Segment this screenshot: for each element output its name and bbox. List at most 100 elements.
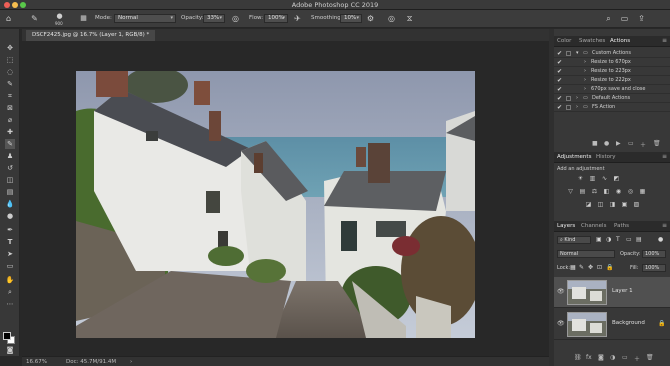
eyedropper-tool-icon[interactable]: ⌀: [5, 115, 15, 125]
lock-position-icon[interactable]: ✥: [588, 264, 593, 271]
visibility-eye-icon[interactable]: 👁: [557, 320, 565, 327]
zoom-level[interactable]: 16.67%: [26, 359, 47, 365]
new-group-icon[interactable]: ▭: [622, 354, 628, 361]
lock-artboard-icon[interactable]: ⊡: [597, 264, 602, 271]
tab-channels[interactable]: Channels: [581, 223, 606, 229]
link-layers-icon[interactable]: ⛓: [574, 354, 582, 361]
levels-icon[interactable]: ▥: [588, 174, 597, 183]
brightness-contrast-icon[interactable]: ☀: [576, 174, 585, 183]
airbrush-icon[interactable]: ✈: [293, 14, 302, 23]
layer-row[interactable]: 👁 Layer 1: [554, 277, 670, 308]
home-icon[interactable]: ⌂: [4, 14, 13, 23]
gradient-map-icon[interactable]: ▨: [632, 200, 641, 209]
dialog-toggle-icon[interactable]: [566, 105, 571, 110]
selective-color-icon[interactable]: ▣: [620, 200, 629, 209]
tab-swatches[interactable]: Swatches: [579, 38, 605, 44]
expand-icon[interactable]: ›: [576, 103, 578, 112]
tab-paths[interactable]: Paths: [614, 223, 629, 229]
crop-tool-icon[interactable]: ⌗: [5, 91, 15, 101]
lasso-tool-icon[interactable]: ◌: [5, 67, 15, 77]
pressure-opacity-icon[interactable]: ◎: [231, 14, 240, 23]
new-adjustment-layer-icon[interactable]: ◑: [610, 354, 615, 361]
visibility-eye-icon[interactable]: 👁: [557, 288, 565, 295]
lock-all-icon[interactable]: 🔒: [606, 264, 613, 271]
quick-select-tool-icon[interactable]: ✎: [5, 79, 15, 89]
layer-style-icon[interactable]: fx: [586, 354, 592, 361]
check-icon[interactable]: ✔: [557, 85, 562, 94]
new-set-icon[interactable]: ▭: [628, 140, 634, 147]
blur-tool-icon[interactable]: 💧: [5, 199, 15, 209]
path-select-tool-icon[interactable]: ➤: [5, 249, 15, 259]
layer-mask-icon[interactable]: ◙: [598, 354, 604, 361]
panel-menu-icon[interactable]: ≡: [662, 222, 667, 229]
invert-icon[interactable]: ◪: [584, 200, 593, 209]
check-icon[interactable]: ✔: [557, 58, 562, 67]
healing-brush-tool-icon[interactable]: ✚: [5, 127, 15, 137]
filter-type-icon[interactable]: T: [616, 236, 620, 243]
brush-tool-icon[interactable]: ✎: [5, 139, 15, 149]
opacity-input[interactable]: 33%: [203, 14, 225, 23]
flow-input[interactable]: 100%: [264, 14, 288, 23]
action-set-fs[interactable]: ✔ › ▭ FS Action: [554, 103, 670, 112]
check-icon[interactable]: ✔: [557, 94, 562, 103]
filter-adjustment-icon[interactable]: ◑: [606, 236, 611, 243]
threshold-icon[interactable]: ◨: [608, 200, 617, 209]
check-icon[interactable]: ✔: [557, 67, 562, 76]
color-balance-icon[interactable]: ⚖: [590, 187, 599, 196]
action-item[interactable]: ✔ › 670px save and close: [554, 85, 670, 94]
zoom-tool-icon[interactable]: ⌕: [5, 287, 15, 297]
share-icon[interactable]: ⇪: [637, 14, 646, 23]
check-icon[interactable]: ✔: [557, 49, 562, 58]
workspace-icon[interactable]: ▭: [620, 14, 629, 23]
panel-menu-icon[interactable]: ≡: [662, 37, 667, 44]
layer-name[interactable]: Background: [612, 320, 645, 326]
blend-mode-select[interactable]: Normal: [557, 250, 615, 258]
layer-fill-input[interactable]: 100%: [642, 264, 666, 272]
tab-actions[interactable]: Actions: [610, 38, 630, 44]
more-tools-icon[interactable]: ⋯: [5, 299, 15, 309]
hand-tool-icon[interactable]: ✋: [5, 275, 15, 285]
trash-icon[interactable]: 🗑: [653, 140, 661, 147]
check-icon[interactable]: ✔: [557, 76, 562, 85]
brush-tool-icon[interactable]: ✎: [30, 14, 39, 23]
smoothing-settings-icon[interactable]: ⚙: [366, 14, 375, 23]
mode-select[interactable]: Normal: [114, 14, 176, 23]
expand-icon[interactable]: ›: [584, 76, 586, 85]
new-layer-icon[interactable]: ＋: [634, 354, 640, 363]
lock-image-icon[interactable]: ✎: [579, 264, 584, 271]
document-canvas-image[interactable]: [76, 71, 475, 338]
tab-layers[interactable]: Layers: [557, 223, 575, 229]
posterize-icon[interactable]: ◫: [596, 200, 605, 209]
document-tab[interactable]: DSCF2425.jpg @ 16.7% (Layer 1, RGB/8) *: [26, 30, 156, 41]
shape-tool-icon[interactable]: ▭: [5, 261, 15, 271]
filter-toggle-icon[interactable]: ●: [658, 236, 663, 243]
black-white-icon[interactable]: ◧: [602, 187, 611, 196]
layer-name[interactable]: Layer 1: [612, 288, 633, 294]
filter-pixel-icon[interactable]: ▣: [596, 236, 602, 243]
action-item[interactable]: ✔ › Resize to 670px: [554, 58, 670, 67]
quick-mask-icon[interactable]: ◙: [5, 345, 15, 355]
dodge-tool-icon[interactable]: ●: [5, 211, 15, 221]
action-set-custom[interactable]: ✔ ▾ ▭ Custom Actions: [554, 49, 670, 58]
panel-menu-icon[interactable]: ≡: [662, 153, 667, 160]
layer-filter-kind[interactable]: ⌕ Kind: [557, 236, 591, 244]
smoothing-input[interactable]: 10%: [340, 14, 362, 23]
brush-preset-icon[interactable]: ●: [55, 12, 64, 21]
marquee-tool-icon[interactable]: ⬚: [5, 55, 15, 65]
move-tool-icon[interactable]: ✥: [5, 43, 15, 53]
filter-shape-icon[interactable]: ▭: [626, 236, 632, 243]
photo-filter-icon[interactable]: ◉: [614, 187, 623, 196]
dialog-toggle-icon[interactable]: [566, 51, 571, 56]
hue-saturation-icon[interactable]: ▤: [578, 187, 587, 196]
tab-history[interactable]: History: [596, 154, 616, 160]
foreground-color-swatch[interactable]: [3, 332, 11, 340]
gradient-tool-icon[interactable]: ▤: [5, 187, 15, 197]
curves-icon[interactable]: ∿: [600, 174, 609, 183]
document-info[interactable]: Doc: 45.7M/91.4M: [66, 359, 116, 365]
layer-row[interactable]: 👁 Background 🔒: [554, 309, 670, 340]
color-lookup-icon[interactable]: ▦: [638, 187, 647, 196]
expand-icon[interactable]: ›: [584, 67, 586, 76]
pen-tool-icon[interactable]: ✒: [5, 225, 15, 235]
lock-transparent-icon[interactable]: ▦: [570, 264, 576, 271]
type-tool-icon[interactable]: T: [5, 237, 15, 247]
